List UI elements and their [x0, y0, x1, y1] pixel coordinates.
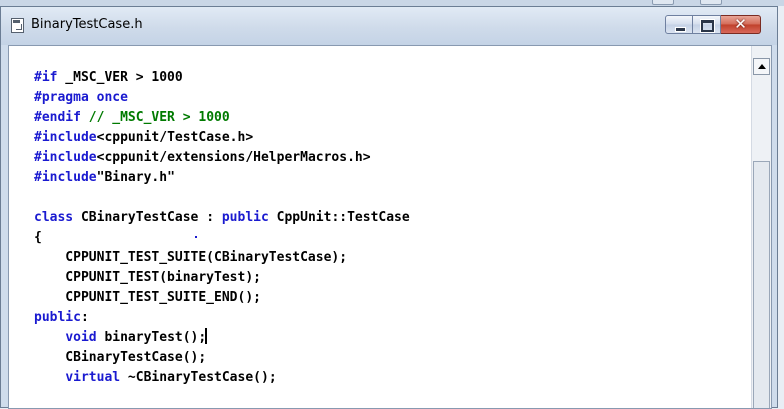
code-line[interactable]: virtual ~CBinaryTestCase();: [34, 368, 410, 388]
title-bar[interactable]: BinaryTestCase.h ✕: [1, 7, 777, 45]
maximize-button[interactable]: [693, 15, 721, 34]
code-token: "Binary.h": [96, 170, 175, 185]
code-line[interactable]: #include"Binary.h": [34, 168, 410, 188]
keyword-token: #endif: [34, 110, 81, 125]
keyword-token: #if: [34, 70, 58, 85]
code-token: CBinaryTestCase();: [34, 350, 207, 365]
code-token: binaryTest();: [96, 330, 207, 345]
code-token: CBinaryTestCase :: [73, 210, 222, 225]
close-icon: ✕: [734, 14, 747, 33]
code-line[interactable]: CPPUNIT_TEST_SUITE(CBinaryTestCase);: [34, 248, 410, 268]
code-line[interactable]: #if _MSC_VER > 1000: [34, 68, 410, 88]
code-line[interactable]: {: [34, 228, 410, 248]
code-token: CPPUNIT_TEST(binaryTest);: [34, 270, 261, 285]
keyword-token: #pragma once: [34, 90, 128, 105]
caption-buttons: ✕: [665, 15, 761, 35]
code-line[interactable]: #include<cppunit/TestCase.h>: [34, 128, 410, 148]
keyword-token: class: [34, 210, 74, 225]
code-token: <cppunit/extensions/HelperMacros.h>: [96, 150, 371, 165]
keyword-token: virtual: [65, 370, 121, 385]
background-window-button: [700, 0, 722, 5]
keyword-token: public: [34, 310, 81, 325]
code-line[interactable]: CBinaryTestCase();: [34, 348, 410, 368]
code-editor[interactable]: #if _MSC_VER > 1000 #pragma once #endif //…: [8, 45, 772, 409]
vertical-scrollbar[interactable]: [751, 46, 771, 408]
code-text-area[interactable]: #if _MSC_VER > 1000 #pragma once #endif //…: [34, 68, 410, 388]
code-token: _MSC_VER > 1000: [57, 70, 183, 85]
minimize-button[interactable]: [665, 15, 693, 34]
code-line[interactable]: [34, 188, 410, 208]
keyword-token: #include: [34, 170, 97, 185]
code-line[interactable]: #include<cppunit/extensions/HelperMacros…: [34, 148, 410, 168]
maximize-icon: [701, 20, 714, 32]
code-line[interactable]: public:: [34, 308, 410, 328]
code-line[interactable]: CPPUNIT_TEST(binaryTest);: [34, 268, 410, 288]
close-button[interactable]: ✕: [721, 15, 761, 34]
code-token: CppUnit::TestCase: [268, 210, 410, 225]
editor-window: BinaryTestCase.h ✕ #if _MSC_VER > 1000 #p…: [0, 6, 778, 409]
document-icon[interactable]: [11, 18, 24, 33]
code-token: {: [34, 230, 42, 245]
code-line[interactable]: CPPUNIT_TEST_SUITE_END();: [34, 288, 410, 308]
keyword-token: public: [221, 210, 269, 225]
text-cursor: [205, 328, 208, 344]
code-token: CPPUNIT_TEST_SUITE_END();: [34, 290, 261, 305]
scroll-up-button[interactable]: [753, 58, 770, 75]
code-line[interactable]: #endif // _MSC_VER > 1000: [34, 108, 410, 128]
keyword-token: #include: [34, 130, 97, 145]
code-token: ~CBinaryTestCase();: [120, 370, 277, 385]
code-token: <cppunit/TestCase.h>: [96, 130, 254, 145]
scrollbar-thumb[interactable]: [753, 161, 770, 408]
code-line[interactable]: #pragma once: [34, 88, 410, 108]
keyword-token: void: [65, 330, 97, 345]
code-line[interactable]: class CBinaryTestCase : public CppUnit::…: [34, 208, 410, 228]
code-token: CPPUNIT_TEST_SUITE(CBinaryTestCase);: [34, 250, 348, 265]
code-token: :: [80, 310, 89, 325]
stray-pixel: [195, 236, 197, 238]
window-title: BinaryTestCase.h: [31, 17, 143, 32]
minimize-icon: [675, 27, 686, 32]
keyword-token: #include: [34, 150, 97, 165]
background-window-button: [652, 0, 674, 5]
comment-token: // _MSC_VER > 1000: [80, 110, 230, 125]
scroll-up-arrow-icon: [757, 64, 766, 69]
code-line[interactable]: void binaryTest();: [34, 328, 410, 348]
